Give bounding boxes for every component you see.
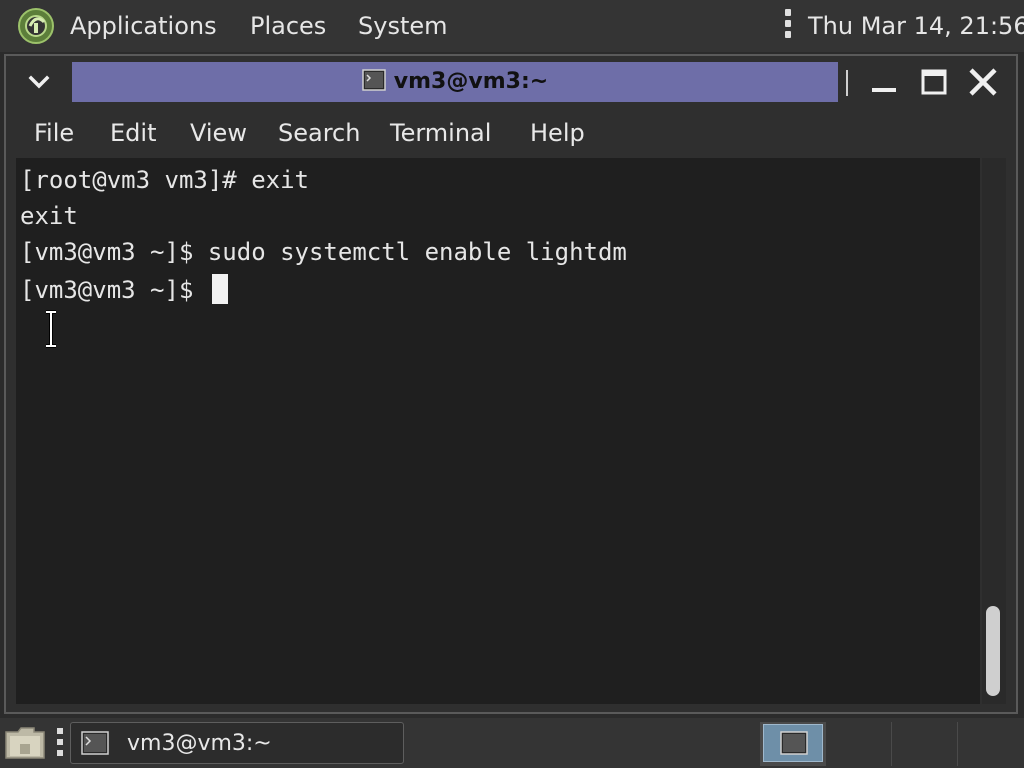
window-title-bar[interactable]: vm3@vm3:~ <box>72 62 838 102</box>
terminal-icon <box>81 731 109 755</box>
panel-handle-icon[interactable] <box>781 9 795 43</box>
ibeam-cursor-icon <box>46 310 56 348</box>
window-titlebar[interactable]: vm3@vm3:~ <box>6 56 1016 108</box>
menu-edit[interactable]: Edit <box>110 119 156 147</box>
chevron-down-icon[interactable] <box>24 68 54 96</box>
menu-view[interactable]: View <box>190 119 247 147</box>
distro-logo-icon[interactable] <box>16 6 56 46</box>
terminal-line: [root@vm3 vm3]# exit <box>20 166 309 194</box>
menu-terminal[interactable]: Terminal <box>390 119 491 147</box>
top-panel: Applications Places System Thu Mar 14, 2… <box>0 0 1024 52</box>
terminal-window: vm3@vm3:~ File Edit View Search Terminal… <box>4 54 1018 714</box>
text-cursor <box>211 274 228 304</box>
applications-menu[interactable]: Applications <box>70 12 217 40</box>
menu-file[interactable]: File <box>34 119 74 147</box>
workspace-3[interactable] <box>892 722 958 766</box>
menu-help[interactable]: Help <box>530 119 585 147</box>
workspace-switcher <box>760 722 1024 766</box>
minimize-icon[interactable] <box>868 68 900 96</box>
terminal-icon <box>362 69 386 91</box>
workspace-2[interactable] <box>826 722 892 766</box>
window-title: vm3@vm3:~ <box>393 69 549 94</box>
terminal-prompt: [vm3@vm3 ~]$ <box>20 276 208 304</box>
bottom-panel: vm3@vm3:~ <box>0 718 1024 768</box>
taskbar-window-label: vm3@vm3:~ <box>127 731 272 756</box>
terminal-line: [vm3@vm3 ~]$ sudo systemctl enable light… <box>20 238 627 266</box>
scrollbar-thumb[interactable] <box>986 606 1000 696</box>
workspace-1[interactable] <box>760 722 826 766</box>
system-menu[interactable]: System <box>358 12 448 40</box>
show-desktop-icon[interactable] <box>4 724 46 760</box>
panel-handle-icon[interactable] <box>56 728 64 760</box>
menu-search[interactable]: Search <box>278 119 360 147</box>
titlebar-separator <box>846 70 848 96</box>
terminal-menubar: File Edit View Search Terminal Help <box>16 108 1008 158</box>
close-icon[interactable] <box>966 66 1000 98</box>
terminal-prompt-line: [vm3@vm3 ~]$ <box>20 274 228 304</box>
terminal-output[interactable]: [root@vm3 vm3]# exit exit [vm3@vm3 ~]$ s… <box>16 158 980 704</box>
vertical-scrollbar[interactable] <box>982 158 1006 704</box>
places-menu[interactable]: Places <box>250 12 326 40</box>
taskbar-window-button[interactable]: vm3@vm3:~ <box>70 722 404 764</box>
maximize-icon[interactable] <box>918 68 950 96</box>
workspace-window-preview <box>763 724 823 762</box>
terminal-line: exit <box>20 202 78 230</box>
clock[interactable]: Thu Mar 14, 21:56 <box>808 12 1024 40</box>
terminal-icon <box>780 731 808 755</box>
workspace-4[interactable] <box>958 722 1024 766</box>
